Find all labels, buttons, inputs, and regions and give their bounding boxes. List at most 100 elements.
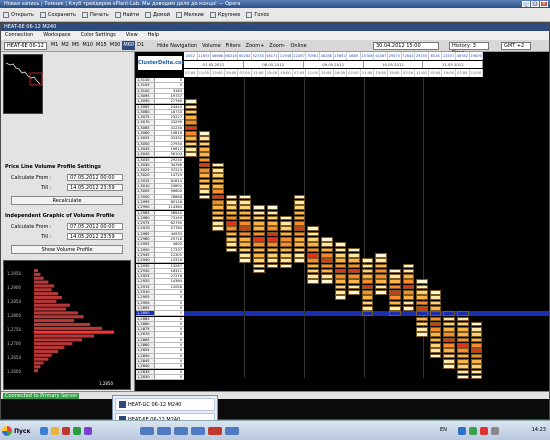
taskbar-window-1[interactable] (140, 427, 154, 435)
opera-icon[interactable] (62, 427, 70, 435)
toolbar-folder-button[interactable]: Открыть (3, 11, 34, 18)
browser-toolbar: Открыть Сохранить Печать Найти Домой Мелкие Кр… (0, 8, 550, 22)
toolbar-print-button[interactable]: Печать (81, 11, 109, 18)
ie-icon[interactable] (40, 427, 48, 435)
toolbar-zoom-out-button[interactable]: Мелкие (176, 11, 204, 18)
taskbar-window-3[interactable] (174, 427, 188, 435)
cluster-cell (253, 237, 265, 242)
tab-m60[interactable]: M60 (122, 41, 136, 50)
app-window: HEAT-6E 06-12 M240 Connection Workspace Co… (0, 22, 550, 420)
toolbar-hide-navigation[interactable]: Hide Navigation (157, 43, 197, 49)
date-field[interactable]: 30.04.2012 15:00 (373, 42, 439, 50)
toolbar-label: Крупнее (217, 11, 241, 18)
cluster-cell (253, 252, 265, 258)
cluster-cell (389, 295, 401, 300)
cluster-cell (212, 210, 224, 216)
tray-icon-3[interactable] (480, 427, 488, 435)
taskbar-window-5[interactable] (208, 427, 222, 435)
menu-workspace[interactable]: Workspace (43, 31, 70, 40)
toolbar-zoom-[interactable]: Zoom- (269, 43, 285, 49)
app-icon[interactable] (73, 427, 81, 435)
cluster-cell (375, 258, 387, 263)
mini-chart[interactable] (3, 54, 43, 114)
cluster-cell (307, 231, 319, 237)
cluster-cell (307, 263, 319, 269)
timezone-select[interactable]: GMT +2 (501, 42, 531, 50)
explorer-icon[interactable] (51, 427, 59, 435)
cluster-cell (212, 205, 224, 210)
profile-bar (34, 284, 54, 288)
toolbar-search-button[interactable]: Найти (114, 11, 139, 18)
header-hour: 11:00 (469, 69, 484, 77)
cluster-cell (361, 284, 374, 290)
connection-status: Connected to Primary Server (3, 393, 80, 399)
toolbar-save-button[interactable]: Сохранить (39, 11, 76, 18)
recalculate-button[interactable]: Recalculate (11, 196, 123, 205)
close-button[interactable]: × (540, 1, 548, 7)
menu-connection[interactable]: Connection (5, 31, 33, 40)
toolbar-zoom-[interactable]: Zoom+ (246, 43, 265, 49)
taskbar-popup-item[interactable]: HEAT-GC 06-12 M240 (115, 398, 215, 411)
maximize-button[interactable]: □ (531, 1, 539, 7)
ind-from-input[interactable]: 07.05.2012 00:00 (67, 223, 123, 230)
cluster-cell (348, 247, 360, 253)
toolbar-filters[interactable]: Filters (226, 43, 241, 49)
cluster-cell (361, 311, 374, 316)
tab-m10[interactable]: M10 (81, 41, 94, 50)
cluster-cell (389, 290, 401, 295)
minimize-button[interactable]: _ (522, 1, 530, 7)
history-select[interactable]: History: 3 Days (449, 42, 489, 56)
cluster-cell (348, 263, 360, 269)
header-total: 15788 (360, 52, 375, 60)
cluster-cell (361, 290, 374, 295)
till-input[interactable]: 14.05.2012 23:59 (67, 184, 123, 191)
volume-icon[interactable] (491, 427, 499, 435)
cluster-cell (293, 205, 306, 210)
cluster-cell (429, 300, 442, 306)
toolbar-zoom-in-button[interactable]: Крупнее (209, 11, 241, 18)
tab-m2[interactable]: M2 (60, 41, 70, 50)
show-profile-button[interactable]: Show Volume Profile (11, 245, 123, 254)
tab-m30[interactable]: M30 (109, 41, 122, 50)
header-date: 08.05.2012 (243, 61, 304, 68)
tab-d1[interactable]: D1 (136, 41, 145, 50)
toolbar-volume[interactable]: Volume (202, 43, 221, 49)
cluster-cell (443, 364, 455, 369)
symbol-select[interactable]: HEAT-6E 06-12 (4, 41, 47, 50)
app-toolbar: HEAT-6E 06-12 M1 M2 M5 M10 M15 M30 M60 D1 Hide … (1, 40, 549, 56)
cluster-cell (185, 99, 197, 104)
media-icon[interactable] (84, 427, 92, 435)
taskbar-window-2[interactable] (157, 427, 171, 435)
cluster-cell (307, 247, 319, 253)
taskbar-window-4[interactable] (191, 427, 205, 435)
cluster-cell (185, 115, 197, 120)
cluster-cell (280, 242, 292, 247)
calc-from-input[interactable]: 07.05.2012 00:00 (67, 174, 123, 181)
popup-item-label: HEAT-GC 06-12 M240 (128, 401, 182, 408)
tray-icon-1[interactable] (458, 427, 466, 435)
profile-bar (34, 338, 82, 342)
header-hour: 11:00 (197, 69, 212, 77)
toolbar-home-button[interactable]: Домой (144, 11, 170, 18)
cluster-cell (470, 358, 483, 364)
toolbar-voice-button[interactable]: Голос (246, 11, 269, 18)
cluster-cell (253, 258, 265, 263)
tab-m15[interactable]: M15 (95, 41, 108, 50)
cluster-cell (348, 252, 360, 258)
ind-till-label: Till : (41, 234, 52, 240)
taskbar-window-6[interactable] (225, 427, 239, 435)
tab-m5[interactable]: M5 (71, 41, 81, 50)
language-indicator[interactable]: EN (440, 427, 447, 433)
cluster-cell (253, 221, 265, 226)
tray-icon-2[interactable] (469, 427, 477, 435)
toolbar-online[interactable]: Online (291, 43, 307, 49)
start-button[interactable]: Пуск (2, 425, 31, 437)
cluster-cell (429, 327, 442, 332)
ind-till-input[interactable]: 14.05.2012 23:59 (67, 233, 123, 240)
cluster-cell (266, 237, 279, 242)
menu-view[interactable]: View (126, 31, 138, 40)
menu-color-settings[interactable]: Color Settings (81, 31, 116, 40)
toolbar-actions: Hide Navigation Volume Filters Zoom+ Zoom- On… (157, 43, 307, 49)
menu-help[interactable]: Help (148, 31, 159, 40)
tab-m1[interactable]: M1 (50, 41, 60, 50)
